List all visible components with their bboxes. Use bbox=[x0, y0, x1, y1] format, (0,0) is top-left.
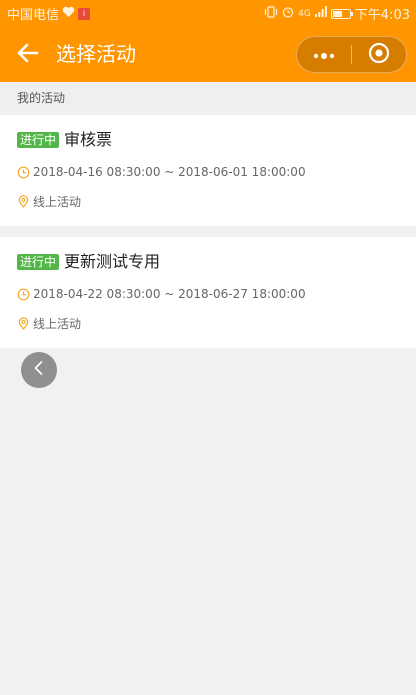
activity-title: 更新测试专用 bbox=[64, 252, 161, 271]
status-right: 4G 下午4:03 bbox=[264, 4, 410, 23]
battery-icon bbox=[330, 8, 353, 19]
activity-location: 线上活动 bbox=[33, 317, 82, 331]
location-pin-icon bbox=[17, 195, 30, 208]
page-title: 选择活动 bbox=[56, 42, 136, 66]
activity-time-row: 2018-04-22 08:30:00 ~ 2018-06-27 18:00:0… bbox=[17, 287, 306, 301]
section-header: 我的活动 bbox=[0, 82, 416, 115]
activity-title: 审核票 bbox=[64, 130, 113, 149]
activity-location: 线上活动 bbox=[33, 195, 82, 209]
activity-card[interactable]: 进行中 审核票 2018-04-16 08:30:00 ~ 2018-06-01… bbox=[0, 115, 416, 226]
status-badge: 进行中 bbox=[17, 132, 60, 148]
activity-title-row: 进行中 审核票 bbox=[17, 129, 112, 151]
activity-location-row: 线上活动 bbox=[17, 315, 81, 332]
capsule-menu bbox=[296, 36, 407, 73]
activity-location-row: 线上活动 bbox=[17, 193, 81, 210]
alarm-icon bbox=[282, 6, 294, 22]
status-badge: 进行中 bbox=[17, 254, 60, 270]
clock-icon bbox=[17, 166, 30, 179]
floating-back-button[interactable] bbox=[21, 352, 57, 388]
target-circle-icon bbox=[368, 42, 390, 68]
location-pin-icon bbox=[17, 317, 30, 330]
back-button[interactable] bbox=[14, 41, 42, 69]
status-left: 中国电信 i bbox=[7, 4, 91, 23]
signal-icon bbox=[314, 6, 327, 21]
app-badge-icon: i bbox=[78, 7, 91, 20]
clock-label: 下午4:03 bbox=[354, 8, 410, 23]
activity-time-row: 2018-04-16 08:30:00 ~ 2018-06-01 18:00:0… bbox=[17, 165, 306, 179]
activity-time-range: 2018-04-16 08:30:00 ~ 2018-06-01 18:00:0… bbox=[33, 165, 306, 179]
close-miniprogram-button[interactable] bbox=[352, 37, 406, 72]
activity-time-range: 2018-04-22 08:30:00 ~ 2018-06-27 18:00:0… bbox=[33, 287, 306, 301]
section-label: 我的活动 bbox=[17, 91, 66, 105]
chevron-left-icon bbox=[32, 360, 46, 380]
network-label: 4G bbox=[298, 8, 311, 19]
activity-title-row: 进行中 更新测试专用 bbox=[17, 251, 160, 273]
status-bar: 中国电信 i 4G 下午4:03 bbox=[0, 0, 416, 25]
activity-card[interactable]: 进行中 更新测试专用 2018-04-22 08:30:00 ~ 2018-06… bbox=[0, 237, 416, 348]
navigation-bar: 选择活动 bbox=[0, 25, 416, 82]
more-button[interactable] bbox=[297, 37, 351, 72]
carrier-label: 中国电信 bbox=[7, 8, 60, 23]
clock-icon bbox=[17, 288, 30, 301]
arrow-left-icon bbox=[17, 43, 39, 67]
more-dots-icon bbox=[312, 45, 336, 64]
heart-icon bbox=[62, 6, 75, 22]
vibrate-icon bbox=[264, 5, 278, 22]
